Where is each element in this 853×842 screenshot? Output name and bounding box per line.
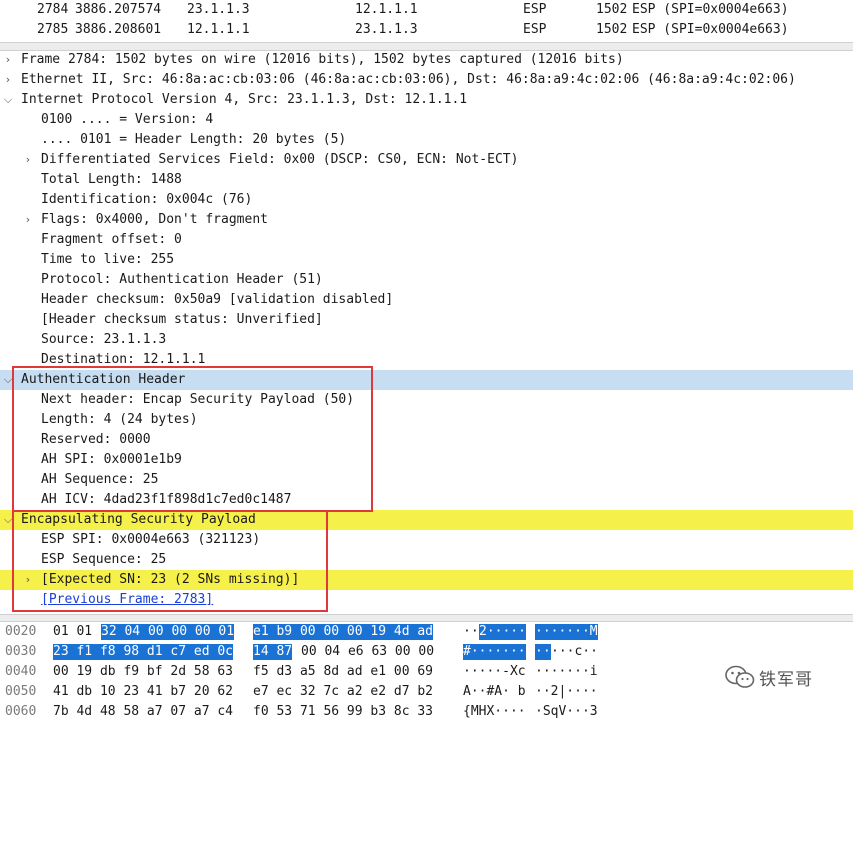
ascii-bytes-selected: 2····· — [479, 624, 526, 640]
packet-no: 2785 — [37, 22, 69, 37]
tree-label: Internet Protocol Version 4, Src: 23.1.1… — [21, 92, 468, 107]
packet-list: 2784 3886.207574 23.1.1.3 12.1.1.1 ESP 1… — [0, 0, 853, 42]
chevron-right-icon[interactable]: › — [2, 50, 14, 70]
field-label: .... 0101 = Header Length: 20 bytes (5) — [41, 132, 347, 147]
tree-field-checksum[interactable]: Header checksum: 0x50a9 [validation disa… — [0, 290, 853, 310]
hex-bytes-selected: 23 f1 f8 98 d1 c7 ed 0c — [53, 644, 234, 660]
tree-field-total-length[interactable]: Total Length: 1488 — [0, 170, 853, 190]
field-label: Flags: 0x4000, Don't fragment — [41, 212, 268, 227]
byte-row[interactable]: 0060 7b 4d 48 58 a7 07 a7 c4 f0 53 71 56… — [0, 702, 853, 722]
hex-bytes-selected: 32 04 00 00 00 01 — [101, 624, 235, 640]
byte-offset: 0030 — [5, 644, 37, 659]
chevron-right-icon[interactable]: › — [2, 70, 14, 90]
byte-offset: 0040 — [5, 664, 37, 679]
wechat-icon — [725, 665, 755, 688]
ascii-bytes: ··2|···· — [535, 684, 598, 699]
hex-bytes: 00 04 e6 63 00 00 — [301, 644, 435, 659]
packet-source: 23.1.1.3 — [187, 2, 250, 17]
packet-destination: 23.1.1.3 — [355, 22, 418, 37]
chevron-right-icon[interactable]: › — [22, 210, 34, 230]
chevron-right-icon[interactable]: › — [22, 150, 34, 170]
hex-bytes-selected: e1 b9 00 00 00 19 4d ad — [253, 624, 434, 640]
field-label: Time to live: 255 — [41, 252, 175, 267]
hex-bytes: f5 d3 a5 8d ad e1 00 69 — [253, 664, 434, 679]
byte-offset: 0060 — [5, 704, 37, 719]
packet-info: ESP (SPI=0x0004e663) — [632, 2, 789, 17]
packet-info: ESP (SPI=0x0004e663) — [632, 22, 789, 37]
field-label: Differentiated Services Field: 0x00 (DSC… — [41, 152, 519, 167]
packet-no: 2784 — [37, 2, 69, 17]
byte-offset: 0050 — [5, 684, 37, 699]
ascii-bytes: ·· — [463, 624, 479, 639]
tree-item-dsfield[interactable]: › Differentiated Services Field: 0x00 (D… — [0, 150, 853, 170]
field-label: Protocol: Authentication Header (51) — [41, 272, 323, 287]
tree-item-flags[interactable]: › Flags: 0x4000, Don't fragment — [0, 210, 853, 230]
packet-protocol: ESP — [523, 2, 547, 17]
ascii-bytes-selected: #······· — [463, 644, 526, 660]
field-label: Source: 23.1.1.3 — [41, 332, 167, 347]
tree-label: Ethernet II, Src: 46:8a:ac:cb:03:06 (46:… — [21, 72, 796, 87]
ascii-bytes: ·SqV···3 — [535, 704, 598, 719]
ascii-bytes: ·······i — [535, 664, 598, 679]
field-label: 0100 .... = Version: 4 — [41, 112, 214, 127]
packet-source: 12.1.1.1 — [187, 22, 250, 37]
ascii-bytes: {MHX···· — [463, 704, 526, 719]
field-label: [Header checksum status: Unverified] — [41, 312, 323, 327]
tree-label: Frame 2784: 1502 bytes on wire (12016 bi… — [21, 52, 624, 67]
packet-length: 1502 — [596, 2, 628, 17]
tree-field-ttl[interactable]: Time to live: 255 — [0, 250, 853, 270]
byte-row[interactable]: 0020 01 01 32 04 00 00 00 01 e1 b9 00 00… — [0, 622, 853, 642]
tree-field-source[interactable]: Source: 23.1.1.3 — [0, 330, 853, 350]
packet-protocol: ESP — [523, 22, 547, 37]
tree-field-protocol[interactable]: Protocol: Authentication Header (51) — [0, 270, 853, 290]
tree-item-ethernet[interactable]: › Ethernet II, Src: 46:8a:ac:cb:03:06 (4… — [0, 70, 853, 90]
annotation-box-ah — [12, 366, 373, 512]
tree-item-ipv4[interactable]: ⌵ Internet Protocol Version 4, Src: 23.1… — [0, 90, 853, 110]
packet-destination: 12.1.1.1 — [355, 2, 418, 17]
byte-row[interactable]: 0030 23 f1 f8 98 d1 c7 ed 0c 14 87 00 04… — [0, 642, 853, 662]
tree-field-fragment-offset[interactable]: Fragment offset: 0 — [0, 230, 853, 250]
ascii-bytes: ···c·· — [551, 644, 598, 659]
field-label: Header checksum: 0x50a9 [validation disa… — [41, 292, 394, 307]
hex-bytes: 41 db 10 23 41 b7 20 62 — [53, 684, 234, 699]
pane-splitter[interactable] — [0, 614, 853, 622]
ascii-bytes-selected: ·······M — [535, 624, 598, 640]
watermark-text: 铁军哥 — [759, 670, 813, 690]
chevron-down-icon[interactable]: ⌵ — [2, 90, 14, 110]
hex-bytes: 01 01 — [53, 624, 93, 639]
byte-offset: 0020 — [5, 624, 37, 639]
packet-time: 3886.207574 — [75, 2, 162, 17]
field-label: Identification: 0x004c (76) — [41, 192, 253, 207]
hex-bytes: f0 53 71 56 99 b3 8c 33 — [253, 704, 434, 719]
ascii-bytes: ·····-Xc — [463, 664, 526, 679]
ascii-bytes-selected: ·· — [535, 644, 551, 660]
packet-row[interactable]: 2785 3886.208601 12.1.1.1 23.1.1.3 ESP 1… — [0, 20, 853, 40]
hex-bytes: e7 ec 32 7c a2 e2 d7 b2 — [253, 684, 434, 699]
field-label: Fragment offset: 0 — [41, 232, 182, 247]
hex-bytes: 00 19 db f9 bf 2d 58 63 — [53, 664, 234, 679]
hex-bytes-selected: 14 87 — [253, 644, 293, 660]
field-label: Total Length: 1488 — [41, 172, 182, 187]
tree-field-checksum-status[interactable]: [Header checksum status: Unverified] — [0, 310, 853, 330]
annotation-box-esp — [12, 510, 328, 612]
ascii-bytes: A··#A· b — [463, 684, 526, 699]
tree-field-identification[interactable]: Identification: 0x004c (76) — [0, 190, 853, 210]
packet-length: 1502 — [596, 22, 628, 37]
tree-field-header-length[interactable]: .... 0101 = Header Length: 20 bytes (5) — [0, 130, 853, 150]
packet-row[interactable]: 2784 3886.207574 23.1.1.3 12.1.1.1 ESP 1… — [0, 0, 853, 20]
packet-time: 3886.208601 — [75, 22, 162, 37]
hex-bytes: 7b 4d 48 58 a7 07 a7 c4 — [53, 704, 234, 719]
tree-item-frame[interactable]: › Frame 2784: 1502 bytes on wire (12016 … — [0, 50, 853, 70]
tree-field-version[interactable]: 0100 .... = Version: 4 — [0, 110, 853, 130]
